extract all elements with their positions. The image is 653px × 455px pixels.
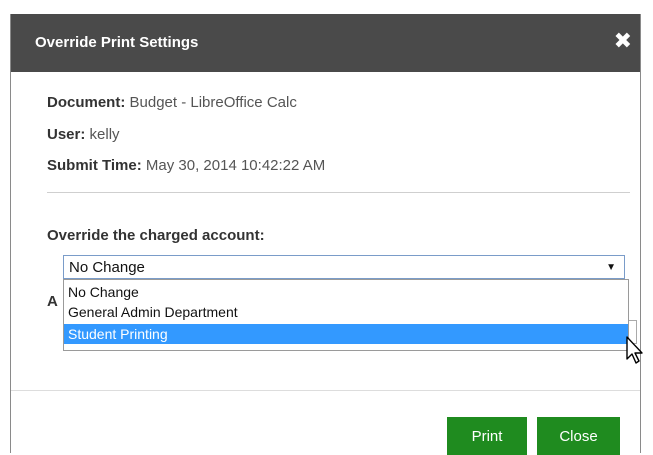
user-label: User: (47, 126, 86, 143)
section-divider (47, 192, 630, 193)
document-info: Document: Budget - LibreOffice Calc (47, 94, 297, 111)
close-icon[interactable]: ✖ (614, 28, 632, 54)
footer-divider (11, 390, 640, 391)
charged-account-select[interactable]: No Change ▼ (63, 255, 625, 279)
override-print-dialog: Override Print Settings ✖ Document: Budg… (10, 14, 643, 455)
dropdown-arrow-icon[interactable]: ▼ (606, 262, 616, 273)
option-student-printing[interactable]: Student Printing (64, 324, 628, 344)
submit-time-label: Submit Time: (47, 157, 142, 174)
account-dropdown-list: No Change General Admin Department Stude… (63, 279, 629, 351)
mouse-pointer-icon (626, 336, 643, 364)
dialog-title: Override Print Settings (35, 34, 199, 51)
submit-time-info: Submit Time: May 30, 2014 10:42:22 AM (47, 157, 325, 174)
option-no-change[interactable]: No Change (64, 282, 628, 302)
submit-time-value: May 30, 2014 10:42:22 AM (145, 157, 326, 174)
document-value: Budget - LibreOffice Calc (129, 94, 297, 111)
document-label: Document: (47, 94, 126, 111)
dialog-titlebar: Override Print Settings ✖ (11, 14, 640, 72)
user-info: User: kelly (47, 126, 120, 143)
print-button[interactable]: Print (447, 417, 527, 455)
charged-account-label: Override the charged account: (47, 227, 265, 244)
obscured-label: A (47, 293, 58, 310)
select-value: No Change (69, 259, 145, 276)
user-value: kelly (89, 126, 120, 143)
option-general-admin[interactable]: General Admin Department (64, 302, 628, 322)
close-button[interactable]: Close (537, 417, 620, 455)
